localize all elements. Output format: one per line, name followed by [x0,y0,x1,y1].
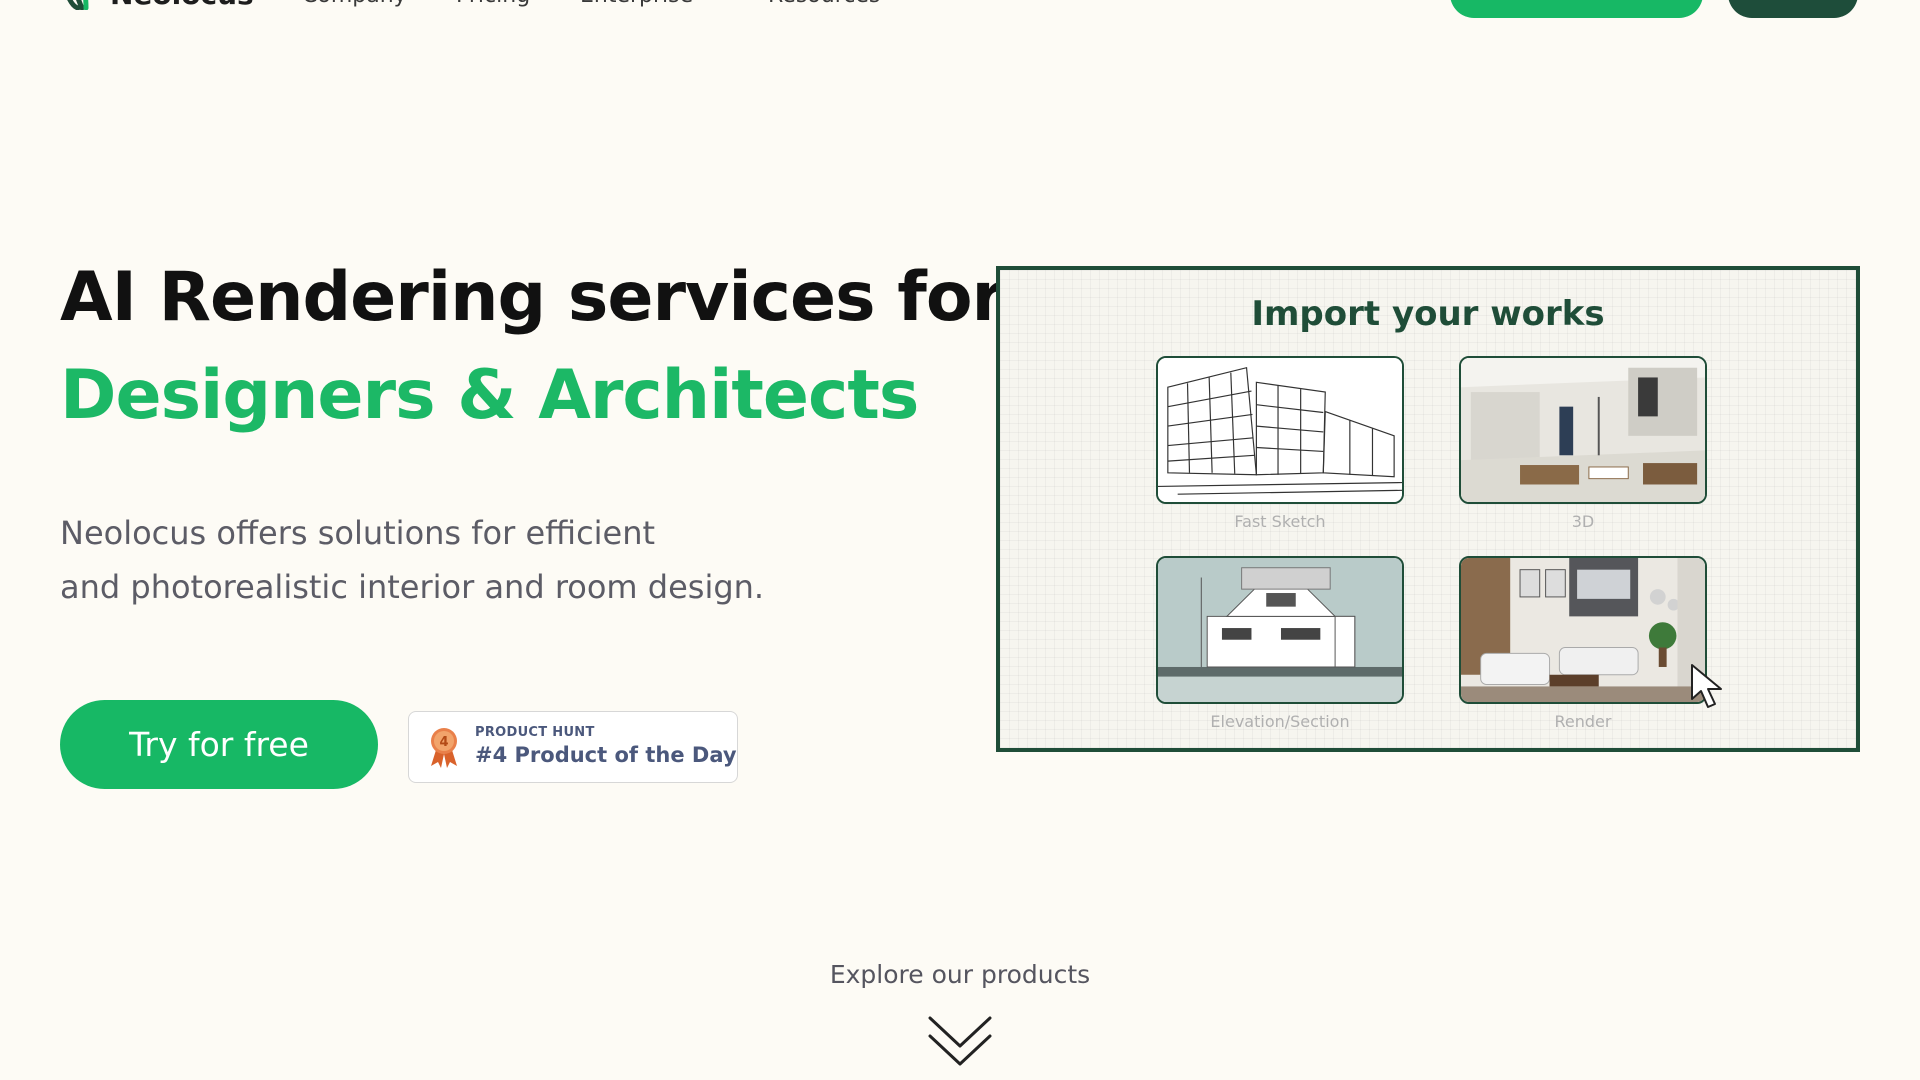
explore-products-label: Explore our products [829,960,1091,989]
medal-icon: 4 [431,728,457,768]
nav-link-pricing[interactable]: Pricing [456,0,530,8]
render-image [1459,556,1707,704]
svg-text:4: 4 [439,735,448,750]
hero-description-line2: and photorealistic interior and room des… [60,568,765,606]
card-render[interactable]: Render [1459,556,1707,731]
hero-description: Neolocus offers solutions for efficient … [60,506,820,614]
product-hunt-text: PRODUCT HUNT #4 Product of the Day [475,725,737,769]
nav-link-enterprise[interactable]: Enterprise [580,0,693,8]
product-hunt-label: PRODUCT HUNT [475,725,595,740]
elevation-image [1156,556,1404,704]
nav-link-resources[interactable]: Resources [768,0,880,8]
hero-title: AI Rendering services for [60,258,1005,337]
card-label-3d: 3D [1571,512,1595,531]
card-label-render: Render [1554,712,1612,731]
card-3d[interactable]: 3D [1459,356,1707,531]
nav-primary-button[interactable] [1450,0,1703,18]
import-works-panel: Import your works Fast Sketch 3D Elevati… [996,266,1860,752]
hero-title-highlight: Designers & Architects [60,356,919,435]
product-of-the-day-label: #4 Product of the Day [475,743,737,767]
cursor-icon [1691,664,1722,708]
top-nav: Neolocus Company Pricing Enterprise Reso… [0,0,1920,40]
logo-text: Neolocus [110,0,254,10]
import-panel-title: Import your works [1251,294,1605,334]
chevron-down-icon[interactable] [926,1014,994,1070]
logo[interactable]: Neolocus [60,0,254,10]
3d-interior-image [1459,356,1707,504]
try-for-free-button[interactable]: Try for free [60,700,378,789]
nav-link-company[interactable]: Company [302,0,407,8]
card-label-elevation-section: Elevation/Section [1210,712,1350,731]
card-elevation-section[interactable]: Elevation/Section [1156,556,1404,731]
logo-icon [67,0,89,10]
card-fast-sketch[interactable]: Fast Sketch [1156,356,1404,531]
hero-description-line1: Neolocus offers solutions for efficient [60,514,656,552]
card-label-fast-sketch: Fast Sketch [1234,512,1326,531]
product-hunt-badge[interactable]: 4 PRODUCT HUNT #4 Product of the Day [408,711,738,783]
sketch-image [1156,356,1404,504]
nav-secondary-button[interactable] [1728,0,1858,18]
